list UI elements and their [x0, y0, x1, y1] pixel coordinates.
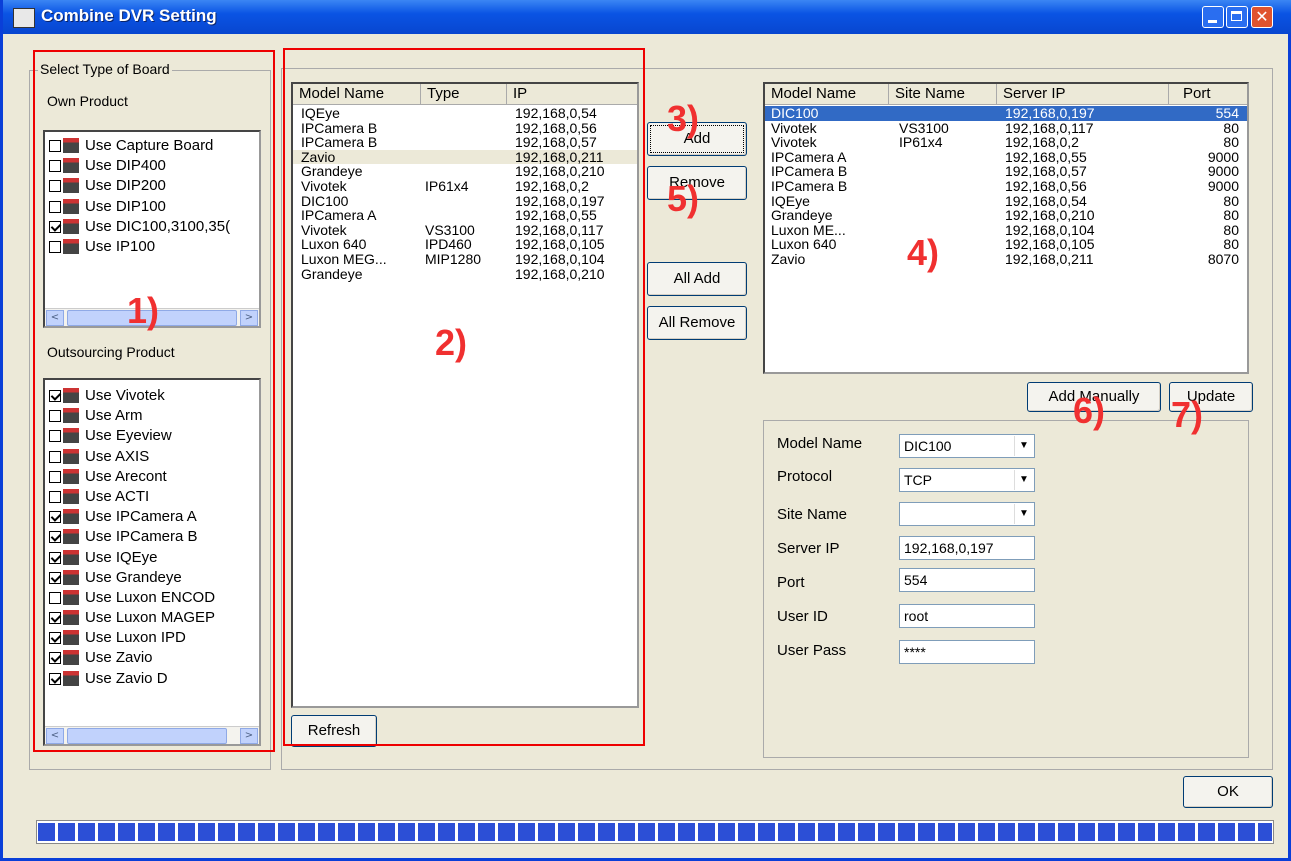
annotation-label-2: 2)	[435, 322, 468, 363]
table-row[interactable]: Zavio 192,168,0,211 8070	[765, 252, 1247, 267]
server-ip-label: Server IP	[777, 540, 840, 557]
added-device-list[interactable]: Model Name Site Name Server IP Port DIC1…	[763, 82, 1249, 374]
table-cell: 9000	[1207, 148, 1239, 165]
table-row[interactable]: Vivotek IP61x4 192,168,0,2 80	[765, 135, 1247, 150]
minimize-button[interactable]	[1202, 6, 1224, 28]
port-field[interactable]: 554	[899, 568, 1035, 592]
user-id-field[interactable]: root	[899, 604, 1035, 628]
annotation-label-3: 3)	[667, 98, 700, 139]
table-row[interactable]: Luxon ME... 192,168,0,104 80	[765, 223, 1247, 238]
table-row[interactable]: DIC100 192,168,0,197 554	[765, 106, 1247, 121]
table-cell: 554	[1215, 105, 1239, 121]
table-row[interactable]: IPCamera B 192,168,0,57 9000	[765, 164, 1247, 179]
user-pass-label: User Pass	[777, 642, 847, 659]
table-cell: Vivotek	[771, 119, 817, 136]
annotation-box-2	[283, 48, 645, 746]
site-name-label: Site Name	[777, 506, 848, 523]
table-cell: IPCamera B	[771, 177, 848, 194]
table-row[interactable]: IPCamera B 192,168,0,56 9000	[765, 179, 1247, 194]
window-title: Combine DVR Setting	[41, 6, 217, 25]
table-row[interactable]: IQEye 192,168,0,54 80	[765, 194, 1247, 209]
table-cell: 192,168,0,211	[1005, 250, 1094, 267]
annotation-label-1: 1)	[127, 290, 160, 331]
table-cell: Grandeye	[771, 207, 833, 224]
model-name-label: Model Name	[777, 435, 863, 452]
table-cell: 80	[1223, 221, 1239, 238]
port-label: Port	[777, 574, 805, 591]
added-list-header: Model Name Site Name Server IP Port	[765, 84, 1247, 105]
column-header[interactable]: Port	[1169, 84, 1247, 104]
table-cell: Zavio	[771, 250, 806, 267]
table-cell: 192,168,0,104	[1005, 221, 1095, 238]
table-cell: 80	[1223, 134, 1239, 151]
server-ip-field[interactable]: 192,168,0,197	[899, 536, 1035, 560]
maximize-button[interactable]	[1226, 6, 1248, 28]
model-name-value: DIC100	[904, 438, 952, 454]
protocol-label: Protocol	[777, 468, 833, 485]
chevron-down-icon[interactable]: ▼	[1014, 436, 1033, 456]
table-cell: Luxon ME...	[771, 221, 846, 238]
table-cell: 192,168,0,57	[1005, 163, 1087, 180]
table-cell: 80	[1223, 236, 1239, 253]
table-cell: 192,168,0,117	[1005, 119, 1094, 136]
table-cell: 192,168,0,56	[1005, 177, 1087, 194]
table-cell: 192,168,0,2	[1005, 134, 1079, 151]
annotation-box-1	[33, 50, 275, 752]
table-cell: 192,168,0,54	[1005, 192, 1087, 209]
model-name-select[interactable]: DIC100 ▼	[899, 434, 1035, 458]
table-row[interactable]: IPCamera A 192,168,0,55 9000	[765, 150, 1247, 165]
table-cell: 192,168,0,210	[1005, 207, 1095, 224]
ok-button[interactable]: OK	[1183, 776, 1273, 808]
table-cell: 192,168,0,197	[1005, 105, 1095, 121]
progress-fill	[38, 823, 1272, 841]
chevron-down-icon[interactable]: ▼	[1014, 470, 1033, 490]
table-cell: IPCamera A	[771, 148, 847, 165]
table-row[interactable]: Grandeye 192,168,0,210 80	[765, 208, 1247, 223]
column-header[interactable]: Site Name	[889, 84, 997, 104]
annotation-label-7: 7)	[1171, 394, 1204, 435]
table-cell: DIC100	[771, 105, 819, 121]
chevron-down-icon[interactable]: ▼	[1014, 504, 1033, 524]
user-pass-field[interactable]: ****	[899, 640, 1035, 664]
all-remove-button[interactable]: All Remove	[647, 306, 747, 340]
annotation-label-4: 4)	[907, 232, 940, 273]
table-row[interactable]: Vivotek VS3100 192,168,0,117 80	[765, 121, 1247, 136]
annotation-label-6: 6)	[1073, 390, 1106, 431]
table-cell: 192,168,0,105	[1005, 236, 1095, 253]
protocol-select[interactable]: TCP ▼	[899, 468, 1035, 492]
table-cell: 192,168,0,55	[1005, 148, 1087, 165]
table-cell: 80	[1223, 207, 1239, 224]
annotation-label-5: 5)	[667, 178, 700, 219]
title-bar[interactable]: Combine DVR Setting ✕	[3, 0, 1291, 34]
table-cell: 80	[1223, 119, 1239, 136]
table-cell: IPCamera B	[771, 163, 848, 180]
table-cell: IP61x4	[899, 134, 943, 151]
table-cell: Luxon 640	[771, 236, 837, 253]
progress-bar	[36, 820, 1274, 844]
table-cell: 80	[1223, 192, 1239, 209]
site-name-select[interactable]: ▼	[899, 502, 1035, 526]
table-cell: IQEye	[771, 192, 810, 209]
column-header[interactable]: Model Name	[765, 84, 889, 104]
all-add-button[interactable]: All Add	[647, 262, 747, 296]
close-button[interactable]: ✕	[1251, 6, 1273, 28]
table-cell: 8070	[1207, 250, 1239, 267]
user-id-label: User ID	[777, 608, 828, 625]
table-cell: VS3100	[899, 119, 949, 136]
table-cell: Vivotek	[771, 134, 817, 151]
column-header[interactable]: Server IP	[997, 84, 1169, 104]
dialog-window: Combine DVR Setting ✕ Select Type of Boa…	[0, 0, 1291, 861]
protocol-value: TCP	[904, 472, 932, 488]
table-cell: 9000	[1207, 177, 1239, 194]
app-icon	[13, 8, 35, 28]
table-cell: 9000	[1207, 163, 1239, 180]
table-row[interactable]: Luxon 640 192,168,0,105 80	[765, 237, 1247, 252]
